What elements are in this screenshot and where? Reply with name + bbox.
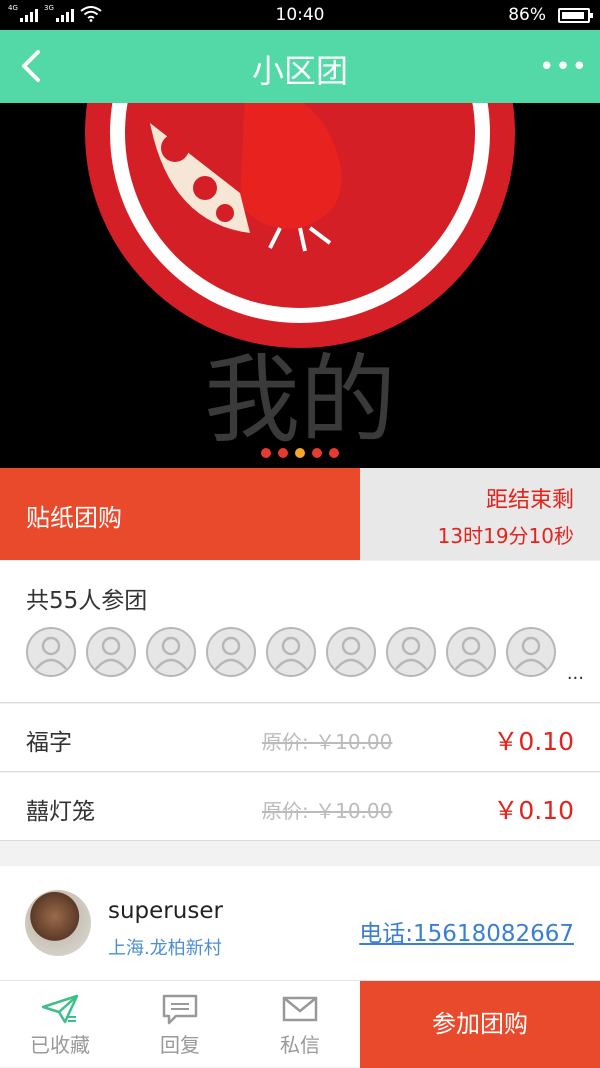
countdown-timer: 13时19分10秒 (437, 524, 574, 548)
deal-name: 贴纸团购 (0, 468, 360, 560)
page-title: 小区团 (251, 52, 348, 90)
message-label: 私信 (280, 1033, 320, 1057)
seller-username: superuser (108, 898, 223, 924)
avatar[interactable] (266, 627, 316, 677)
countdown-label: 距结束剩 (485, 488, 574, 513)
avatar[interactable] (86, 627, 136, 677)
avatar[interactable] (326, 627, 376, 677)
battery-icon (558, 8, 593, 23)
status-bar: 4G 3G 10:40 86% (0, 0, 600, 30)
reply-label: 回复 (160, 1033, 200, 1057)
favorite-button[interactable]: 已收藏 (0, 981, 120, 1068)
item-price: ￥0.10 (493, 796, 574, 825)
envelope-icon (282, 996, 318, 1022)
item-original-price: 原价: ￥10.00 (262, 799, 393, 823)
favorite-label: 已收藏 (30, 1033, 90, 1057)
join-group-buy-button[interactable]: 参加团购 (360, 981, 600, 1068)
nav-bar: 小区团 ••• (0, 30, 600, 103)
avatar[interactable] (146, 627, 196, 677)
carousel-dot[interactable] (261, 448, 271, 458)
item-name: 福字 (26, 730, 72, 756)
paper-plane-icon (41, 994, 79, 1024)
banner-text: 我的 (204, 344, 396, 456)
avatar[interactable] (26, 627, 76, 677)
more-options-icon[interactable]: ••• (539, 52, 588, 82)
avatar[interactable] (206, 627, 256, 677)
countdown-box: 距结束剩 13时19分10秒 (360, 468, 600, 560)
avatar[interactable] (446, 627, 496, 677)
carousel-indicator (0, 448, 600, 458)
banner-image: 我的 (85, 103, 515, 456)
participant-avatars (26, 627, 556, 677)
seller-phone-link[interactable]: 电话:15618082667 (359, 914, 574, 948)
more-participants-link[interactable]: ... (567, 663, 584, 684)
list-item[interactable]: 囍灯笼 原价: ￥10.00 ￥0.10 (0, 773, 600, 841)
participant-count: 共55人参团 (26, 588, 148, 614)
avatar[interactable] (386, 627, 436, 677)
deal-header: 贴纸团购 距结束剩 13时19分10秒 (0, 468, 600, 560)
product-image-carousel[interactable]: 我的 (0, 103, 600, 468)
item-original-price: 原价: ￥10.00 (262, 730, 393, 754)
participants-section: 共55人参团 ... (0, 561, 600, 703)
item-price: ￥0.10 (493, 727, 574, 756)
seller-info: superuser 上海.龙柏新村 电话:15618082667 (0, 866, 600, 980)
carousel-dot[interactable] (278, 448, 288, 458)
comment-icon (162, 994, 198, 1025)
list-item[interactable]: 福字 原价: ￥10.00 ￥0.10 (0, 704, 600, 772)
seller-avatar[interactable] (25, 890, 91, 956)
reply-button[interactable]: 回复 (120, 981, 240, 1068)
carousel-dot[interactable] (312, 448, 322, 458)
carousel-dot-active[interactable] (295, 448, 305, 458)
private-message-button[interactable]: 私信 (240, 981, 360, 1068)
item-name: 囍灯笼 (26, 799, 95, 825)
battery-percent: 86% (508, 5, 546, 25)
bottom-action-bar: 已收藏 回复 私信 参加团购 (0, 980, 600, 1068)
avatar[interactable] (506, 627, 556, 677)
seller-location[interactable]: 上海.龙柏新村 (108, 934, 222, 960)
carousel-dot[interactable] (329, 448, 339, 458)
